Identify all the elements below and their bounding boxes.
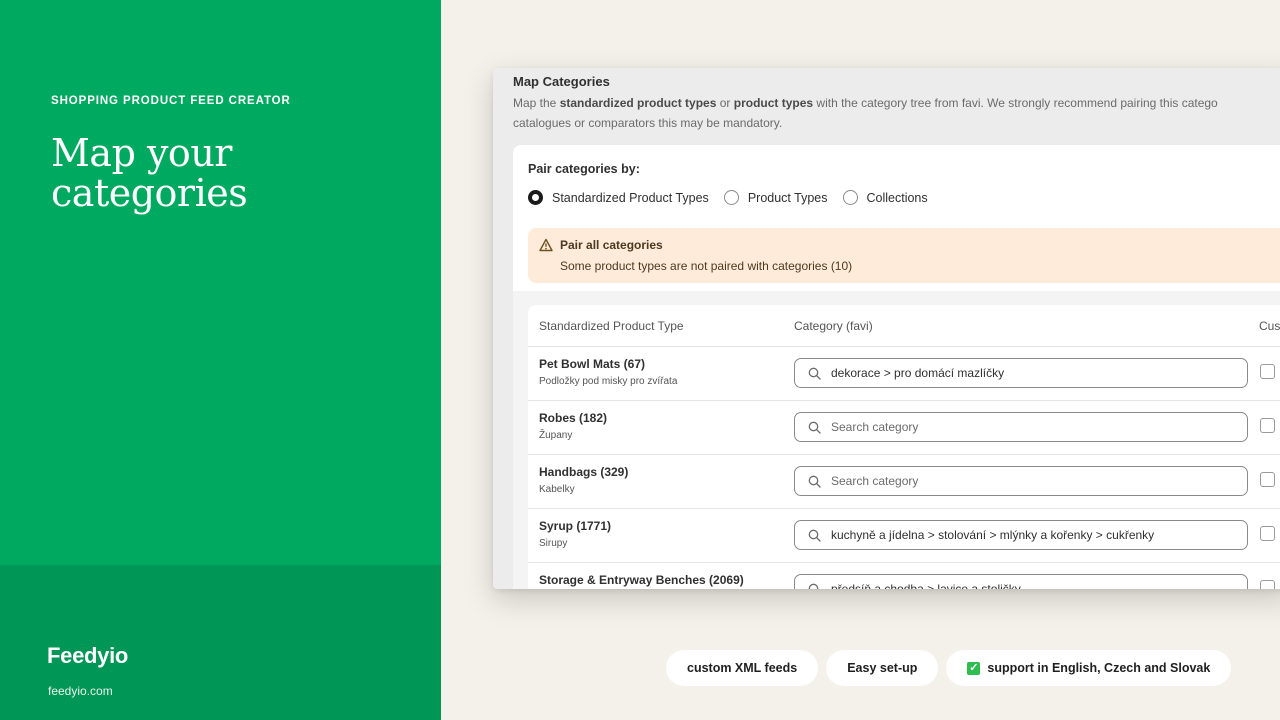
site-url: feedyio.com bbox=[48, 684, 113, 698]
table-row: Storage & Entryway Benches (2069) předsí… bbox=[528, 563, 1280, 589]
chip-label: support in English, Czech and Slovak bbox=[987, 661, 1211, 675]
chip-language-support: ✓ support in English, Czech and Slovak bbox=[946, 650, 1232, 686]
product-type-name: Pet Bowl Mats (67) bbox=[539, 357, 646, 371]
product-type-name: Handbags (329) bbox=[539, 465, 629, 479]
custom-checkbox[interactable] bbox=[1260, 580, 1275, 589]
radio-label: Standardized Product Types bbox=[552, 190, 709, 205]
radio-label: Product Types bbox=[747, 190, 828, 205]
category-search-input[interactable]: kuchyně a jídelna > stolování > mlýnky a… bbox=[794, 520, 1248, 550]
product-type-name: Storage & Entryway Benches (2069) bbox=[539, 573, 744, 587]
desc-bold: product types bbox=[733, 96, 814, 110]
category-search-input[interactable]: Search category bbox=[794, 412, 1248, 442]
product-type-name: Syrup (1771) bbox=[539, 519, 612, 533]
banner-title: Pair all categories bbox=[560, 238, 663, 252]
table-row: Handbags (329) Kabelky Search category bbox=[528, 455, 1280, 509]
desc-text: with the category tree from favi. We str… bbox=[813, 96, 1218, 110]
headline-line-2: categories bbox=[51, 171, 248, 215]
search-icon bbox=[808, 475, 821, 488]
radio-collections[interactable]: Collections bbox=[842, 190, 928, 205]
product-type-translation: Kabelky bbox=[539, 484, 575, 495]
desc-line-2: catalogues or comparators this may be ma… bbox=[513, 116, 783, 130]
category-placeholder: Search category bbox=[831, 420, 919, 434]
pair-by-label: Pair categories by: bbox=[528, 162, 640, 176]
desc-text: or bbox=[716, 96, 734, 110]
check-mark-icon: ✓ bbox=[967, 661, 981, 675]
custom-checkbox[interactable] bbox=[1260, 364, 1275, 379]
radio-selected-icon bbox=[528, 190, 543, 205]
table-container: Standardized Product Type Category (favi… bbox=[513, 291, 1280, 589]
search-icon bbox=[808, 367, 821, 380]
chip-custom-xml-feeds: custom XML feeds bbox=[666, 650, 819, 686]
desc-text: Map the bbox=[513, 96, 560, 110]
headline: Map your categories bbox=[51, 131, 248, 215]
custom-checkbox[interactable] bbox=[1260, 418, 1275, 433]
category-search-input[interactable]: předsíň a chodba > lavice a stoličky bbox=[794, 574, 1248, 589]
warning-banner: Pair all categories Some product types a… bbox=[528, 228, 1280, 283]
product-type-translation: Podložky pod misky pro zvířata bbox=[539, 376, 678, 387]
custom-checkbox[interactable] bbox=[1260, 526, 1275, 541]
radio-unselected-icon bbox=[842, 190, 858, 205]
hero-panel: SHOPPING PRODUCT FEED CREATOR Map your c… bbox=[0, 0, 441, 720]
chip-label: custom XML feeds bbox=[687, 661, 798, 675]
radio-standardized-product-types[interactable]: Standardized Product Types bbox=[528, 190, 709, 205]
search-icon bbox=[808, 529, 821, 542]
brand-logo: Feedyio bbox=[47, 643, 129, 668]
category-value: předsíň a chodba > lavice a stoličky bbox=[831, 582, 1021, 589]
banner-text: Some product types are not paired with c… bbox=[560, 259, 853, 273]
product-type-name: Robes (182) bbox=[539, 411, 608, 425]
table-row: Robes (182) Župany Search category bbox=[528, 401, 1280, 455]
radio-label: Collections bbox=[866, 190, 928, 205]
product-type-translation: Sirupy bbox=[539, 538, 568, 549]
category-value: kuchyně a jídelna > stolování > mlýnky a… bbox=[831, 528, 1155, 542]
desc-bold: standardized product types bbox=[559, 96, 717, 110]
chip-easy-setup: Easy set-up bbox=[826, 650, 939, 686]
radio-product-types[interactable]: Product Types bbox=[723, 190, 828, 205]
table-row: Pet Bowl Mats (67) Podložky pod misky pr… bbox=[528, 347, 1280, 401]
table-header: Standardized Product Type Category (favi… bbox=[528, 305, 1280, 347]
app-screenshot: Map Categories Map the standardized prod… bbox=[493, 68, 1280, 589]
headline-line-1: Map your bbox=[51, 131, 232, 175]
table-row: Syrup (1771) Sirupy kuchyně a jídelna > … bbox=[528, 509, 1280, 563]
search-icon bbox=[808, 583, 819, 589]
section-description: Map the standardized product types or pr… bbox=[513, 93, 1280, 133]
mapping-card: Pair categories by: Standardized Product… bbox=[513, 145, 1280, 589]
category-value: dekorace > pro domácí mazlíčky bbox=[831, 366, 1005, 380]
product-type-translation: Župany bbox=[539, 430, 573, 441]
category-mapping-table: Standardized Product Type Category (favi… bbox=[528, 305, 1280, 589]
custom-checkbox[interactable] bbox=[1260, 472, 1275, 487]
header-product-type: Standardized Product Type bbox=[539, 319, 684, 333]
category-search-input[interactable]: dekorace > pro domácí mazlíčky bbox=[794, 358, 1248, 388]
feature-chips: custom XML feeds Easy set-up ✓ support i… bbox=[666, 650, 1239, 686]
header-category: Category (favi) bbox=[794, 319, 873, 333]
category-search-input[interactable]: Search category bbox=[794, 466, 1248, 496]
search-icon bbox=[808, 421, 821, 434]
warning-icon bbox=[539, 238, 553, 252]
chip-label: Easy set-up bbox=[847, 661, 918, 675]
pair-by-radio-group: Standardized Product Types Product Types… bbox=[528, 190, 943, 205]
header-custom: Cus bbox=[1259, 319, 1280, 333]
category-placeholder: Search category bbox=[831, 474, 919, 488]
section-title: Map Categories bbox=[513, 74, 610, 89]
radio-unselected-icon bbox=[723, 190, 739, 205]
eyebrow-label: SHOPPING PRODUCT FEED CREATOR bbox=[51, 95, 291, 107]
